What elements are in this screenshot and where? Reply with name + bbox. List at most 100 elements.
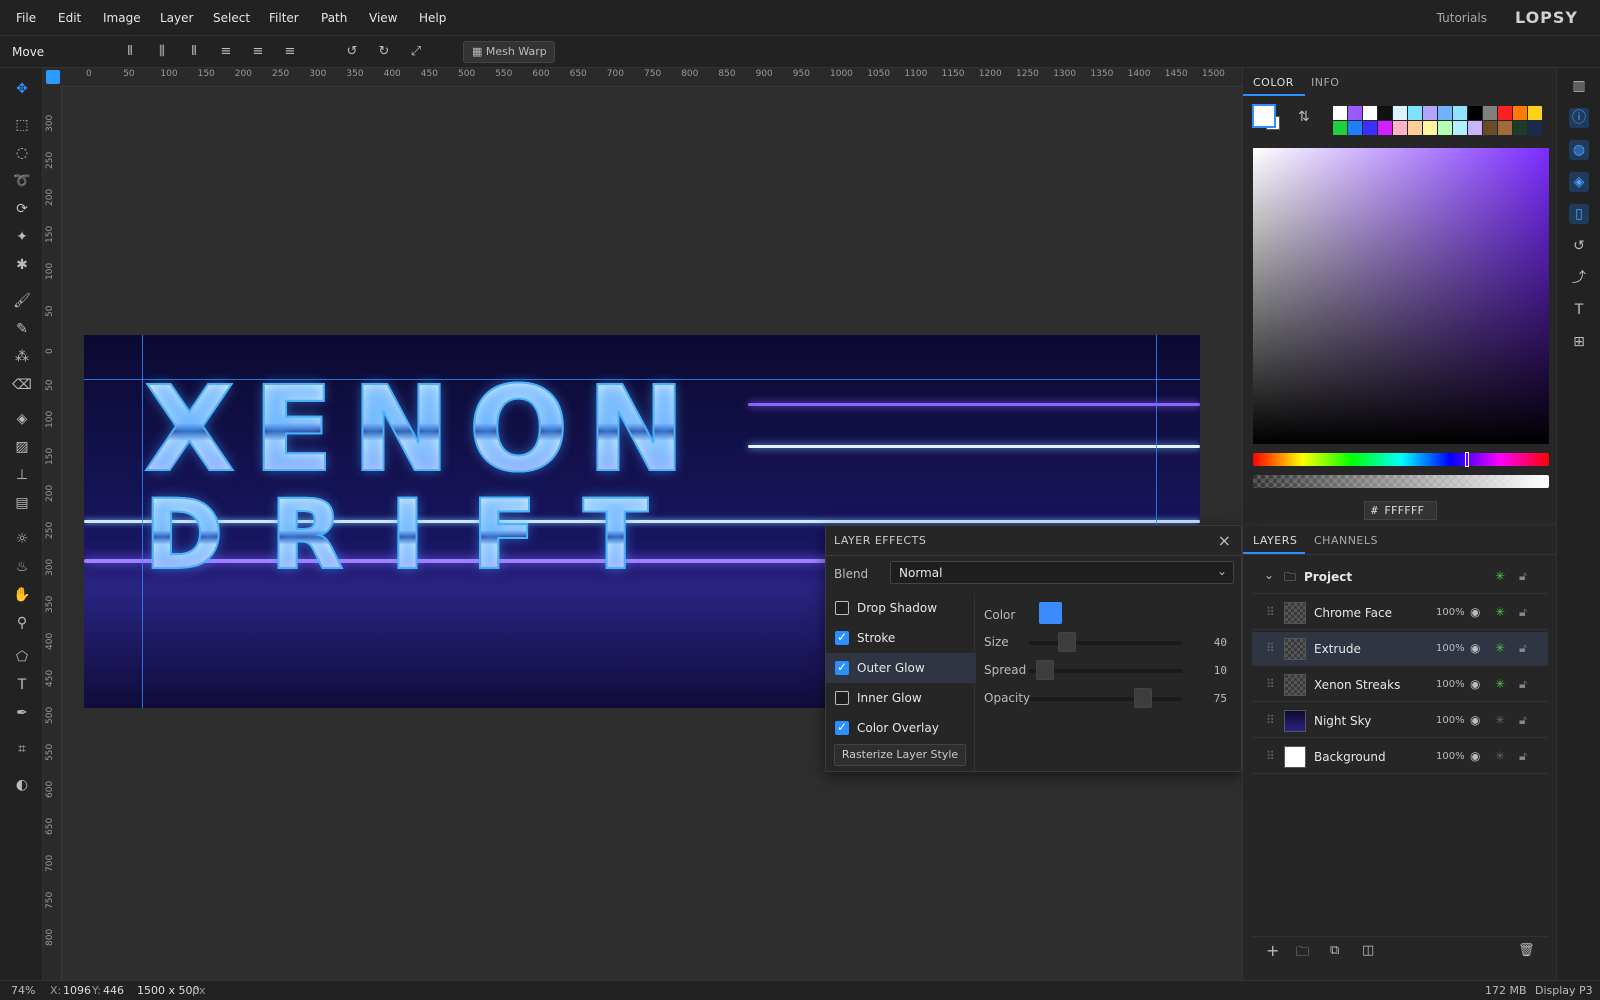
align-center-h-icon[interactable]: ⫼ — [153, 44, 171, 60]
drag-handle-icon[interactable]: ⠿ — [1266, 713, 1275, 727]
dodge-tool-icon[interactable]: ☼ — [11, 528, 33, 550]
color-swatch[interactable] — [1483, 121, 1497, 135]
layer-row[interactable]: ⠿ Background 100% ◉ ✳ 🔓︎ — [1252, 740, 1548, 774]
spread-value[interactable]: 10 — [1189, 664, 1227, 677]
menu-file[interactable]: File — [16, 11, 36, 25]
effect-color-overlay[interactable]: Color Overlay — [826, 713, 976, 743]
color-swatch[interactable] — [1513, 106, 1527, 120]
menu-layer[interactable]: Layer — [160, 11, 193, 25]
mask-icon[interactable]: ◫ — [1362, 943, 1374, 958]
quick-select-tool-icon[interactable]: ⟳ — [11, 198, 33, 220]
ruler-corner[interactable] — [46, 70, 60, 84]
mesh-warp-button[interactable]: ▦ Mesh Warp — [463, 41, 555, 63]
checkbox[interactable] — [835, 720, 849, 735]
effect-drop-shadow[interactable]: Drop Shadow — [826, 593, 976, 623]
layer-opacity[interactable]: 100% — [1436, 643, 1465, 654]
effects-icon[interactable]: ✳ — [1495, 605, 1505, 619]
add-layer-icon[interactable]: + — [1266, 941, 1279, 960]
fill-tool-icon[interactable]: ◈ — [11, 408, 33, 430]
size-slider-thumb[interactable] — [1058, 632, 1077, 652]
gradient-tool-icon[interactable]: ▨ — [11, 436, 33, 458]
expand-icon[interactable]: ⤢ — [407, 44, 425, 60]
align-bottom-icon[interactable]: ≡ — [281, 44, 299, 60]
contrast-icon[interactable]: ◐ — [11, 774, 33, 796]
eraser-tool-icon[interactable]: ⌫ — [11, 374, 33, 396]
align-left-icon[interactable]: ⫴ — [121, 44, 139, 60]
menu-edit[interactable]: Edit — [58, 11, 81, 25]
saturation-picker[interactable] — [1253, 148, 1549, 444]
color-swatch[interactable] — [1498, 106, 1512, 120]
eye-icon[interactable]: ◉ — [1470, 713, 1480, 727]
checkbox[interactable] — [835, 601, 849, 615]
color-swatch[interactable] — [1378, 121, 1392, 135]
menu-help[interactable]: Help — [419, 11, 446, 25]
color-swatch[interactable] — [1453, 121, 1467, 135]
shape-tool-icon[interactable]: ⬠ — [11, 646, 33, 668]
pen-tool-icon[interactable]: ✒ — [11, 702, 33, 724]
text-tool-icon[interactable]: T — [11, 674, 33, 696]
effect-stroke[interactable]: Stroke — [826, 623, 976, 653]
color-swatch[interactable] — [1363, 106, 1377, 120]
layer-opacity[interactable]: 100% — [1436, 607, 1465, 618]
lock-icon[interactable]: 🔓︎ — [1519, 569, 1527, 584]
history-icon[interactable]: ↺ — [1569, 236, 1589, 256]
hex-input[interactable]: # FFFFFF — [1364, 501, 1437, 520]
stamp-tool-icon[interactable]: ⊥ — [11, 464, 33, 486]
color-swatch[interactable] — [1363, 121, 1377, 135]
checkbox[interactable] — [835, 691, 849, 705]
color-swatch[interactable] — [1453, 106, 1467, 120]
effects-icon[interactable]: ✳ — [1495, 569, 1505, 583]
color-swatch[interactable] — [1393, 121, 1407, 135]
color-swatch[interactable] — [1348, 121, 1362, 135]
opacity-slider[interactable] — [1029, 697, 1183, 701]
tutorials-link[interactable]: Tutorials — [1437, 11, 1487, 25]
layer-name[interactable]: Chrome Face — [1314, 606, 1392, 620]
columns-icon[interactable]: ▯ — [1569, 204, 1589, 224]
layer-row[interactable]: ⠿ Chrome Face 100% ◉ ✳ 🔓︎ — [1252, 596, 1548, 630]
hand-tool-icon[interactable]: ✋ — [11, 584, 33, 606]
drag-handle-icon[interactable]: ⠿ — [1266, 749, 1275, 763]
pencil-tool-icon[interactable]: ✎ — [11, 318, 33, 340]
image-add-icon[interactable]: ⊞ — [1569, 332, 1589, 352]
pattern-tool-icon[interactable]: ▤ — [11, 492, 33, 514]
burn-tool-icon[interactable]: ♨ — [11, 556, 33, 578]
eye-icon[interactable]: ◉ — [1470, 641, 1480, 655]
lock-icon[interactable]: 🔓︎ — [1519, 749, 1527, 764]
lock-icon[interactable]: 🔓︎ — [1519, 713, 1527, 728]
foreground-color-swatch[interactable] — [1252, 104, 1276, 128]
layer-row[interactable]: ⠿ Extrude 100% ◉ ✳ 🔓︎ — [1252, 632, 1548, 666]
spread-slider-thumb[interactable] — [1036, 660, 1055, 680]
layer-row[interactable]: ⠿ Xenon Streaks 100% ◉ ✳ 🔓︎ — [1252, 668, 1548, 702]
layer-name[interactable]: Extrude — [1314, 642, 1361, 656]
brush-tool-icon[interactable]: 🖌 — [11, 290, 33, 312]
layers-icon[interactable]: ◈ — [1569, 172, 1589, 192]
lock-icon[interactable]: 🔓︎ — [1519, 605, 1527, 620]
color-swatch[interactable] — [1423, 106, 1437, 120]
color-swatch[interactable] — [1348, 106, 1362, 120]
move-tool-icon[interactable]: ✥ — [11, 78, 33, 100]
menu-select[interactable]: Select — [213, 11, 250, 25]
menu-view[interactable]: View — [369, 11, 397, 25]
drag-handle-icon[interactable]: ⠿ — [1266, 605, 1275, 619]
map-icon[interactable]: ▥ — [1569, 76, 1589, 96]
rotate-ccw-icon[interactable]: ↺ — [343, 44, 361, 60]
color-swatch[interactable] — [1333, 121, 1347, 135]
text-icon[interactable]: T — [1569, 300, 1589, 320]
color-swatch[interactable] — [1513, 121, 1527, 135]
align-top-icon[interactable]: ≡ — [217, 44, 235, 60]
info-icon[interactable]: ⓘ — [1569, 108, 1589, 128]
color-swatch[interactable] — [1438, 106, 1452, 120]
rasterize-button[interactable]: Rasterize Layer Style — [834, 744, 966, 766]
swap-colors-icon[interactable]: ⇅ — [1298, 109, 1310, 125]
lock-icon[interactable]: 🔓︎ — [1519, 677, 1527, 692]
rotate-cw-icon[interactable]: ↻ — [375, 44, 393, 60]
object-select-tool-icon[interactable]: ✱ — [11, 254, 33, 276]
size-value[interactable]: 40 — [1189, 636, 1227, 649]
menu-path[interactable]: Path — [321, 11, 347, 25]
opacity-value[interactable]: 75 — [1189, 692, 1227, 705]
palette-icon[interactable]: ◍ — [1569, 140, 1589, 160]
hue-slider[interactable] — [1253, 452, 1549, 467]
delete-layer-icon[interactable]: 🗑 — [1518, 943, 1535, 958]
zoom-level[interactable]: 74% — [11, 984, 35, 997]
layer-name[interactable]: Background — [1314, 750, 1386, 764]
